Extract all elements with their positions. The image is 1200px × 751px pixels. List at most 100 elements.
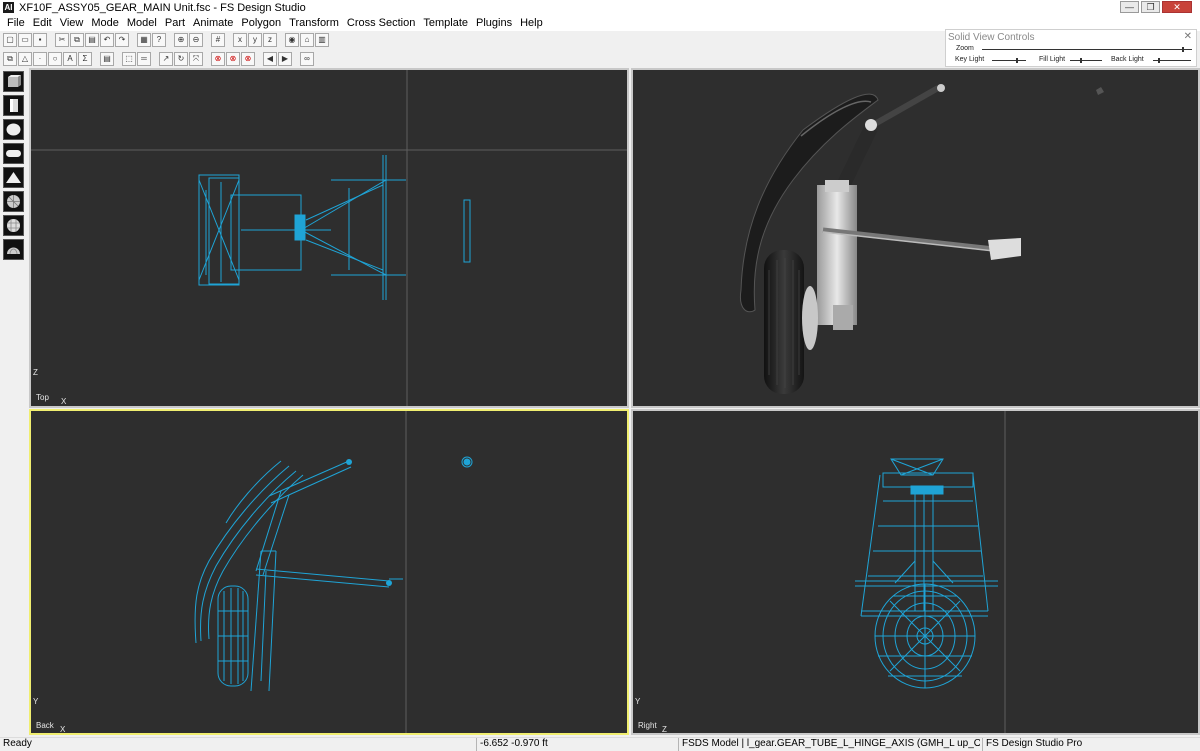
menu-view[interactable]: View xyxy=(56,17,88,29)
delete-vertex-icon[interactable]: ⊗ xyxy=(241,51,255,66)
binoculars-icon[interactable]: ∞ xyxy=(300,51,314,66)
shape-tool-palette xyxy=(3,71,25,263)
hint-icon[interactable]: ? xyxy=(152,32,166,47)
key-light-label: Key Light xyxy=(955,56,985,63)
status-selection: FSDS Model | l_gear.GEAR_TUBE_L_HINGE_AX… xyxy=(678,738,980,751)
back-light-label: Back Light xyxy=(1111,56,1144,63)
circle-icon[interactable]: ○ xyxy=(48,51,62,66)
delete-icon[interactable]: ⊗ xyxy=(211,51,225,66)
menu-model[interactable]: Model xyxy=(123,17,161,29)
view-label-top: Top xyxy=(36,393,49,402)
select-part-icon[interactable]: ⧉ xyxy=(3,51,17,66)
marquee-select-icon[interactable]: ⬚ xyxy=(122,51,136,66)
wedge-icon[interactable] xyxy=(3,167,24,188)
fsds-icon[interactable]: AI xyxy=(3,2,14,13)
close-button[interactable]: ✕ xyxy=(1162,1,1192,13)
status-product: FS Design Studio Pro xyxy=(982,738,1200,751)
panel-title: Solid View Controls xyxy=(948,32,1035,43)
menu-part[interactable]: Part xyxy=(161,17,189,29)
menu-cross-section[interactable]: Cross Section xyxy=(343,17,419,29)
axis-x-icon[interactable]: x xyxy=(233,32,247,47)
back-view-wireframe xyxy=(194,411,473,733)
redo-icon[interactable]: ↷ xyxy=(115,32,129,47)
menu-polygon[interactable]: Polygon xyxy=(237,17,285,29)
properties-icon[interactable]: ▤ xyxy=(100,51,114,66)
save-icon[interactable]: ▪ xyxy=(33,32,47,47)
scale-icon[interactable]: ⤧ xyxy=(189,51,203,66)
text-tool-icon[interactable]: A xyxy=(63,51,77,66)
status-coordinates: -6.652 -0.970 ft xyxy=(476,738,676,751)
minimize-button[interactable]: — xyxy=(1120,1,1139,13)
menu-animate[interactable]: Animate xyxy=(189,17,237,29)
viewport-right[interactable]: Y Right Z xyxy=(631,409,1200,735)
move-icon[interactable]: ↗ xyxy=(159,51,173,66)
ruler-icon[interactable]: ═ xyxy=(137,51,151,66)
sphere-icon[interactable] xyxy=(3,119,24,140)
camera-icon[interactable]: ◉ xyxy=(285,32,299,47)
menu-plugins[interactable]: Plugins xyxy=(472,17,516,29)
menu-transform[interactable]: Transform xyxy=(285,17,343,29)
grid-icon[interactable]: # xyxy=(211,32,225,47)
fill-light-slider-thumb[interactable] xyxy=(1080,58,1082,63)
horizontal-axis-label: X xyxy=(60,725,66,734)
hemisphere-icon[interactable] xyxy=(3,239,24,260)
key-light-slider-thumb[interactable] xyxy=(1016,58,1018,63)
window-title: XF10F_ASSY05_GEAR_MAIN Unit.fsc - FS Des… xyxy=(19,1,306,14)
zoom-label: Zoom xyxy=(956,45,974,52)
undo-icon[interactable]: ↶ xyxy=(100,32,114,47)
capsule-icon[interactable] xyxy=(3,143,24,164)
home-icon[interactable]: ⌂ xyxy=(300,32,314,47)
title-bar: AI XF10F_ASSY05_GEAR_MAIN Unit.fsc - FS … xyxy=(0,0,1200,15)
copy-icon[interactable]: ⧉ xyxy=(70,32,84,47)
print-icon[interactable]: ▦ xyxy=(137,32,151,47)
cut-icon[interactable]: ✂ xyxy=(55,32,69,47)
triangle-icon[interactable]: △ xyxy=(18,51,32,66)
menu-template[interactable]: Template xyxy=(419,17,472,29)
delete-part-icon[interactable]: ⊗ xyxy=(226,51,240,66)
next-icon[interactable]: ▶ xyxy=(278,51,292,66)
menu-mode[interactable]: Mode xyxy=(87,17,123,29)
zoom-in-icon[interactable]: ⊕ xyxy=(174,32,188,47)
vertex-icon[interactable]: · xyxy=(33,51,47,66)
layout-icon[interactable]: ▥ xyxy=(315,32,329,47)
cylinder-icon[interactable] xyxy=(3,95,24,116)
vertical-axis-label: Y xyxy=(635,697,641,706)
zoom-out-icon[interactable]: ⊖ xyxy=(189,32,203,47)
menu-help[interactable]: Help xyxy=(516,17,547,29)
geosphere-icon[interactable] xyxy=(3,191,24,212)
menu-file[interactable]: File xyxy=(3,17,29,29)
horizontal-axis-label: Z xyxy=(662,725,667,734)
fill-light-slider-track[interactable] xyxy=(1070,60,1102,61)
vertical-axis-label: Y xyxy=(33,697,39,706)
horizontal-axis-label: X xyxy=(61,397,67,406)
paste-icon[interactable]: ▤ xyxy=(85,32,99,47)
axis-z-icon[interactable]: z xyxy=(263,32,277,47)
back-light-slider-thumb[interactable] xyxy=(1158,58,1160,63)
key-light-slider-track[interactable] xyxy=(992,60,1026,61)
axis-y-icon[interactable]: y xyxy=(248,32,262,47)
status-ready: Ready xyxy=(3,738,32,749)
menu-edit[interactable]: Edit xyxy=(29,17,56,29)
viewport-solid[interactable] xyxy=(631,68,1200,408)
new-file-icon[interactable]: ▢ xyxy=(3,32,17,47)
open-folder-icon[interactable]: ▭ xyxy=(18,32,32,47)
solid-gear-render xyxy=(739,84,1104,394)
faceted-sphere-icon[interactable] xyxy=(3,215,24,236)
solid-view-controls-panel: Solid View Controls ✕ Zoom Key Light Fil… xyxy=(945,29,1197,67)
view-label-right: Right xyxy=(638,721,657,730)
sigma-icon[interactable]: Σ xyxy=(78,51,92,66)
zoom-slider-track[interactable] xyxy=(982,49,1192,50)
right-view-wireframe xyxy=(855,411,1006,733)
main-toolbar: ▢ ▭ ▪ ✂ ⧉ ▤ ↶ ↷ ▦ ? ⊕ ⊖ # x y z ◉ ⌂ ▥ xyxy=(0,31,940,48)
cube-icon[interactable] xyxy=(3,71,24,92)
rotate-icon[interactable]: ↻ xyxy=(174,51,188,66)
viewport-top[interactable]: Z Top X xyxy=(29,68,629,408)
zoom-slider-thumb[interactable] xyxy=(1182,47,1184,52)
previous-icon[interactable]: ◀ xyxy=(263,51,277,66)
close-icon[interactable]: ✕ xyxy=(1184,31,1192,42)
edit-toolbar: ⧉ △ · ○ A Σ ▤ ⬚ ═ ↗ ↻ ⤧ ⊗ ⊗ ⊗ ◀ ▶ ∞ xyxy=(0,50,940,67)
vertical-axis-label: Z xyxy=(33,368,38,377)
maximize-button[interactable]: ❐ xyxy=(1141,1,1160,13)
viewport-back[interactable]: Y Back X xyxy=(29,409,629,735)
view-label-back: Back xyxy=(36,721,54,730)
